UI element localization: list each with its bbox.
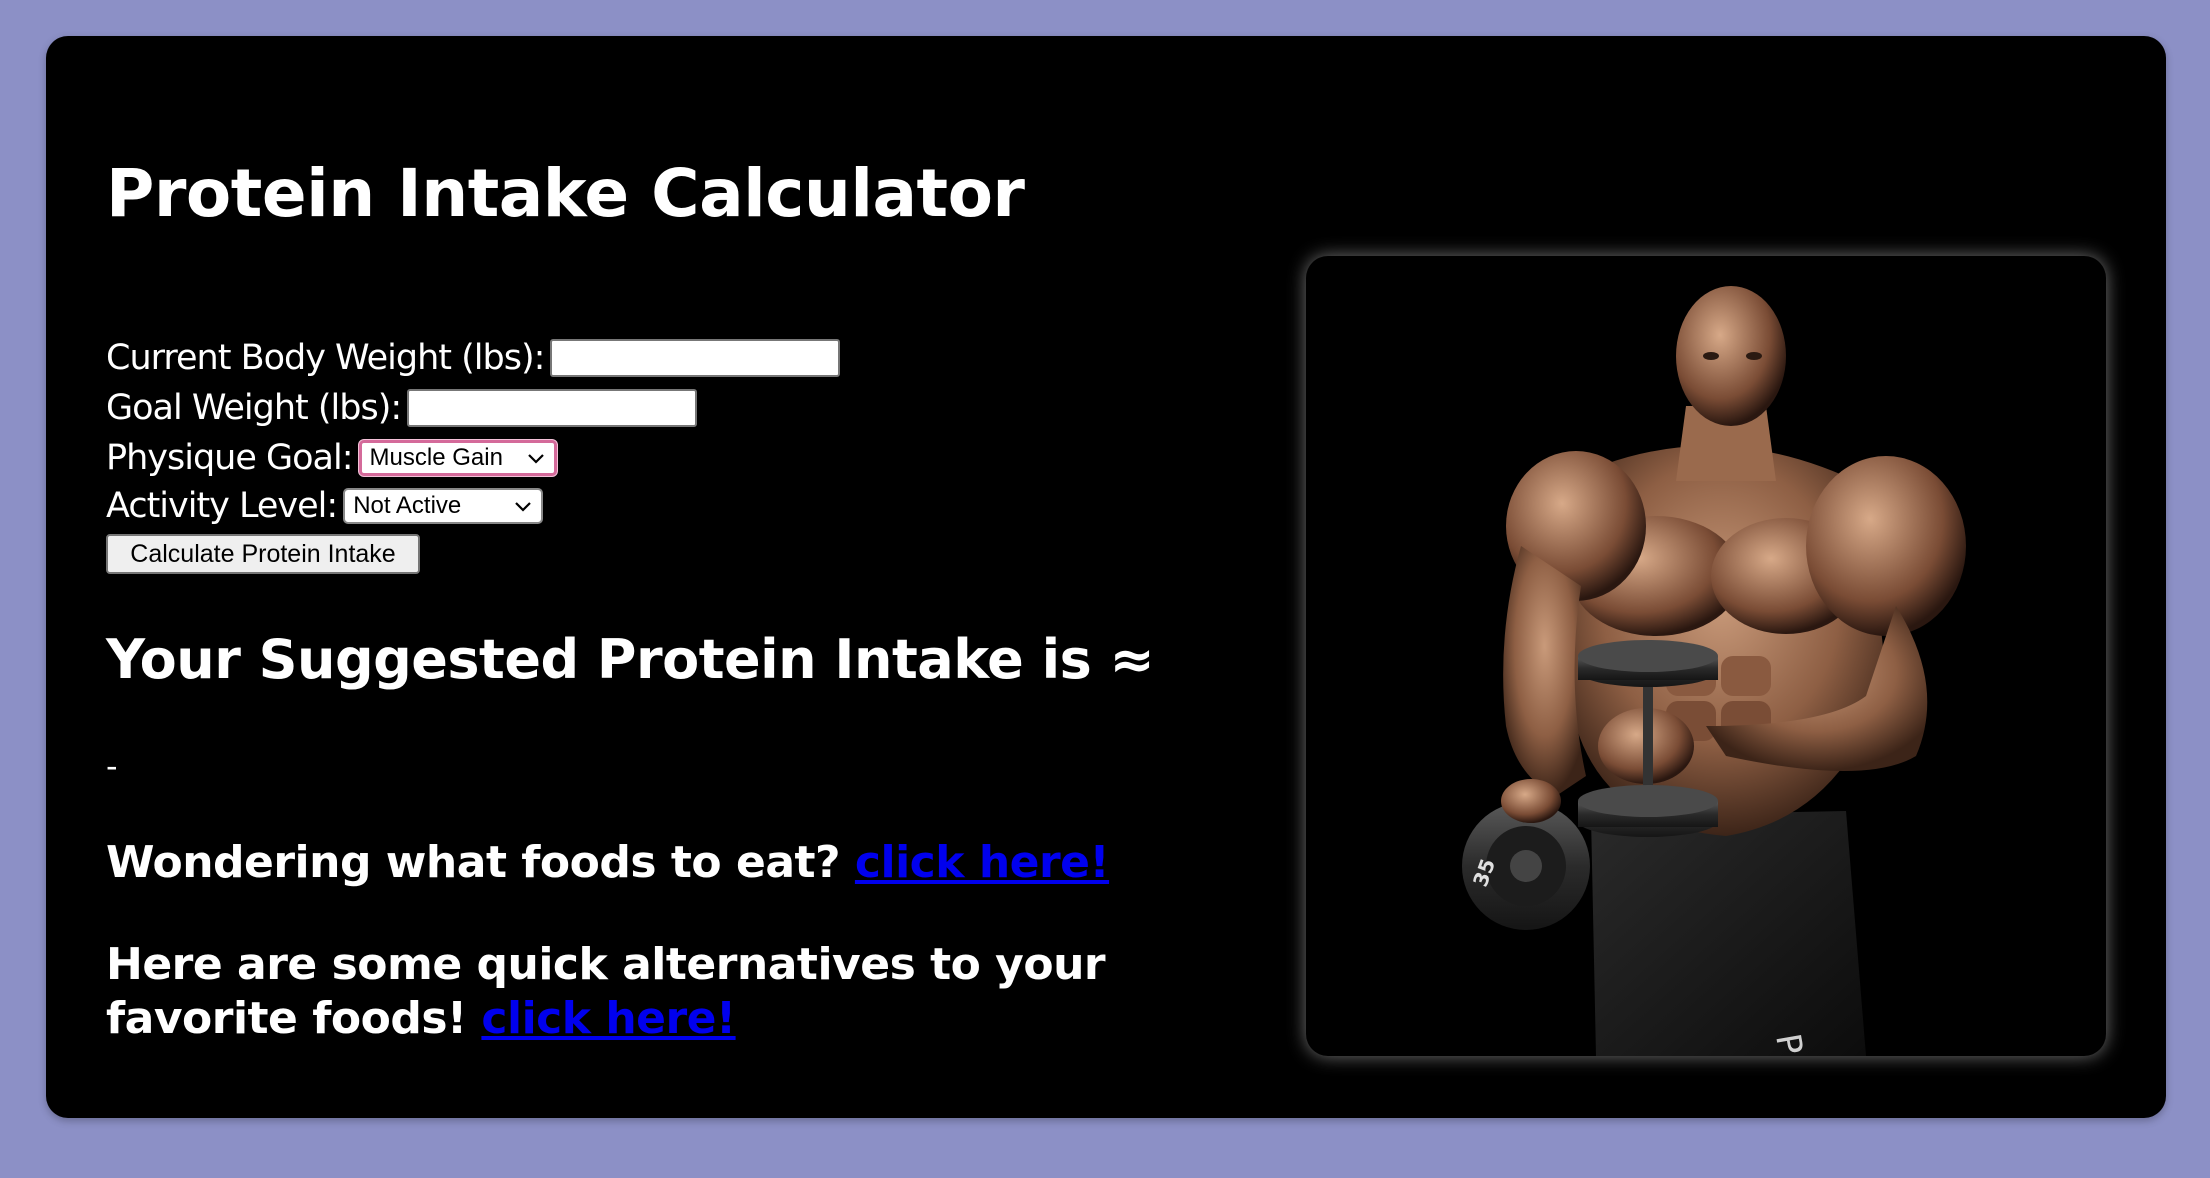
alternatives-link[interactable]: click here! <box>481 993 736 1044</box>
foods-link[interactable]: click here! <box>855 837 1110 888</box>
current-weight-input[interactable] <box>550 339 841 377</box>
current-weight-row: Current Body Weight (lbs): <box>106 336 841 380</box>
physique-goal-select[interactable]: Muscle Gain <box>358 440 557 476</box>
alternatives-prompt: Here are some quick alternatives to your… <box>106 938 1226 1046</box>
activity-level-selected: Not Active <box>353 492 462 519</box>
foods-prompt: Wondering what foods to eat? click here! <box>106 836 1226 890</box>
activity-level-row: Activity Level: Not Active <box>106 484 544 528</box>
result-heading: Your Suggested Protein Intake is ≈ <box>106 628 1155 691</box>
activity-level-label: Activity Level: <box>106 486 338 526</box>
bodybuilder-illustration: P INC <box>1462 286 1966 1056</box>
physique-goal-selected: Muscle Gain <box>369 444 503 471</box>
page-title: Protein Intake Calculator <box>106 155 1025 232</box>
goal-weight-input[interactable] <box>407 389 698 427</box>
chevron-down-icon <box>515 502 531 512</box>
main-card: Protein Intake Calculator Current Body W… <box>46 36 2166 1118</box>
foods-prompt-text: Wondering what foods to eat? <box>106 837 841 888</box>
chevron-down-icon <box>527 454 544 464</box>
bodybuilder-image: P INC <box>1306 256 2106 1056</box>
activity-level-select[interactable]: Not Active <box>343 488 544 524</box>
current-weight-label: Current Body Weight (lbs): <box>106 338 545 378</box>
goal-weight-row: Goal Weight (lbs): <box>106 386 698 430</box>
physique-goal-label: Physique Goal: <box>106 438 354 478</box>
result-value: - <box>106 747 118 785</box>
calculate-protein-button[interactable]: Calculate Protein Intake <box>106 534 420 574</box>
physique-goal-row: Physique Goal: Muscle Gain <box>106 436 557 480</box>
goal-weight-label: Goal Weight (lbs): <box>106 388 402 428</box>
